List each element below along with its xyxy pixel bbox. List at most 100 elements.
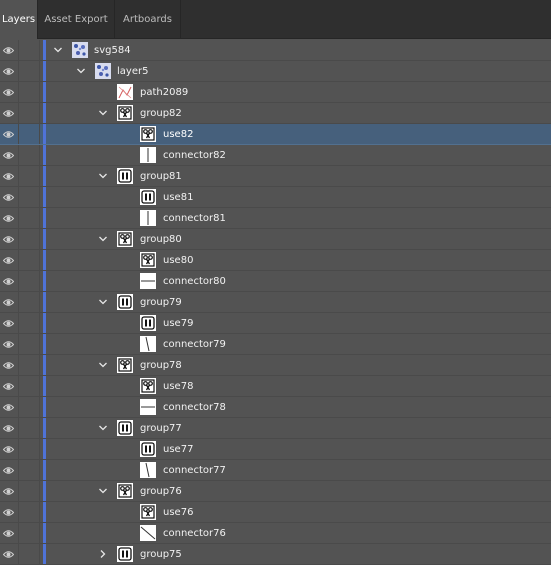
layer-name[interactable]: connector82	[163, 145, 226, 166]
layer-row-connector80[interactable]: connector80	[0, 271, 551, 292]
lock-column[interactable]	[39, 376, 40, 397]
lock-column[interactable]	[39, 250, 40, 271]
lock-column[interactable]	[39, 460, 40, 481]
chevron-down-icon[interactable]	[97, 107, 109, 119]
chevron-down-icon[interactable]	[97, 170, 109, 182]
layer-name[interactable]: group78	[140, 355, 182, 376]
eye-icon[interactable]	[2, 276, 15, 287]
eye-icon[interactable]	[2, 465, 15, 476]
eye-icon[interactable]	[2, 339, 15, 350]
layer-row-group75[interactable]: group75	[0, 544, 551, 565]
layer-name[interactable]: use80	[163, 250, 193, 271]
layer-row-use79[interactable]: use79	[0, 313, 551, 334]
layer-row-use82[interactable]: use82	[0, 124, 551, 145]
layer-row-group80[interactable]: group80	[0, 229, 551, 250]
layer-row-connector79[interactable]: connector79	[0, 334, 551, 355]
layer-name[interactable]: group75	[140, 544, 182, 565]
lock-column[interactable]	[39, 418, 40, 439]
tab-artboards[interactable]: Artboards	[115, 0, 181, 38]
eye-icon[interactable]	[2, 150, 15, 161]
layer-row-connector76[interactable]: connector76	[0, 523, 551, 544]
chevron-down-icon[interactable]	[75, 65, 87, 77]
lock-column[interactable]	[39, 502, 40, 523]
layer-row-group76[interactable]: group76	[0, 481, 551, 502]
lock-column[interactable]	[39, 271, 40, 292]
eye-icon[interactable]	[2, 297, 15, 308]
lock-column[interactable]	[39, 481, 40, 502]
layer-row-use81[interactable]: use81	[0, 187, 551, 208]
layer-name[interactable]: connector77	[163, 460, 226, 481]
chevron-down-icon[interactable]	[97, 296, 109, 308]
eye-icon[interactable]	[2, 423, 15, 434]
eye-icon[interactable]	[2, 108, 15, 119]
layer-row-group81[interactable]: group81	[0, 166, 551, 187]
layer-row-use76[interactable]: use76	[0, 502, 551, 523]
lock-column[interactable]	[39, 103, 40, 124]
lock-column[interactable]	[39, 82, 40, 103]
lock-column[interactable]	[39, 397, 40, 418]
eye-icon[interactable]	[2, 66, 15, 77]
layer-name[interactable]: use79	[163, 313, 193, 334]
lock-column[interactable]	[39, 355, 40, 376]
eye-icon[interactable]	[2, 360, 15, 371]
layer-row-group77[interactable]: group77	[0, 418, 551, 439]
eye-icon[interactable]	[2, 381, 15, 392]
layer-row-svg584[interactable]: svg584	[0, 40, 551, 61]
layer-row-connector78[interactable]: connector78	[0, 397, 551, 418]
layer-name[interactable]: use76	[163, 502, 193, 523]
layer-name[interactable]: connector79	[163, 334, 226, 355]
chevron-down-icon[interactable]	[97, 233, 109, 245]
eye-icon[interactable]	[2, 234, 15, 245]
layer-row-layer5[interactable]: layer5	[0, 61, 551, 82]
eye-icon[interactable]	[2, 549, 15, 560]
eye-icon[interactable]	[2, 318, 15, 329]
eye-icon[interactable]	[2, 507, 15, 518]
layer-name[interactable]: use77	[163, 439, 193, 460]
layer-name[interactable]: group80	[140, 229, 182, 250]
layer-name[interactable]: group81	[140, 166, 182, 187]
layer-row-use77[interactable]: use77	[0, 439, 551, 460]
lock-column[interactable]	[39, 544, 40, 565]
lock-column[interactable]	[39, 523, 40, 544]
lock-column[interactable]	[39, 229, 40, 250]
eye-icon[interactable]	[2, 444, 15, 455]
layer-row-group79[interactable]: group79	[0, 292, 551, 313]
eye-icon[interactable]	[2, 192, 15, 203]
tab-asset-export[interactable]: Asset Export	[38, 0, 115, 38]
layer-name[interactable]: connector78	[163, 397, 226, 418]
eye-icon[interactable]	[2, 528, 15, 539]
chevron-down-icon[interactable]	[97, 422, 109, 434]
layer-row-path2089[interactable]: path2089	[0, 82, 551, 103]
lock-column[interactable]	[39, 124, 40, 145]
layer-row-connector81[interactable]: connector81	[0, 208, 551, 229]
layer-name[interactable]: svg584	[94, 40, 131, 61]
chevron-down-icon[interactable]	[52, 44, 64, 56]
layer-row-group82[interactable]: group82	[0, 103, 551, 124]
eye-icon[interactable]	[2, 213, 15, 224]
layer-row-use80[interactable]: use80	[0, 250, 551, 271]
eye-icon[interactable]	[2, 171, 15, 182]
eye-icon[interactable]	[2, 129, 15, 140]
lock-column[interactable]	[39, 40, 40, 61]
chevron-down-icon[interactable]	[97, 359, 109, 371]
layer-name[interactable]: connector80	[163, 271, 226, 292]
layer-row-connector82[interactable]: connector82	[0, 145, 551, 166]
layer-name[interactable]: group82	[140, 103, 182, 124]
tab-layers[interactable]: Layers	[0, 0, 38, 39]
layer-name[interactable]: use78	[163, 376, 193, 397]
layer-name[interactable]: connector76	[163, 523, 226, 544]
layer-name[interactable]: use82	[163, 124, 193, 145]
chevron-down-icon[interactable]	[97, 485, 109, 497]
lock-column[interactable]	[39, 145, 40, 166]
layer-name[interactable]: layer5	[117, 61, 148, 82]
layer-row-use78[interactable]: use78	[0, 376, 551, 397]
lock-column[interactable]	[39, 61, 40, 82]
lock-column[interactable]	[39, 439, 40, 460]
chevron-right-icon[interactable]	[97, 548, 109, 560]
layer-row-connector77[interactable]: connector77	[0, 460, 551, 481]
layer-name[interactable]: use81	[163, 187, 193, 208]
lock-column[interactable]	[39, 208, 40, 229]
lock-column[interactable]	[39, 313, 40, 334]
layer-name[interactable]: group76	[140, 481, 182, 502]
layer-name[interactable]: group77	[140, 418, 182, 439]
